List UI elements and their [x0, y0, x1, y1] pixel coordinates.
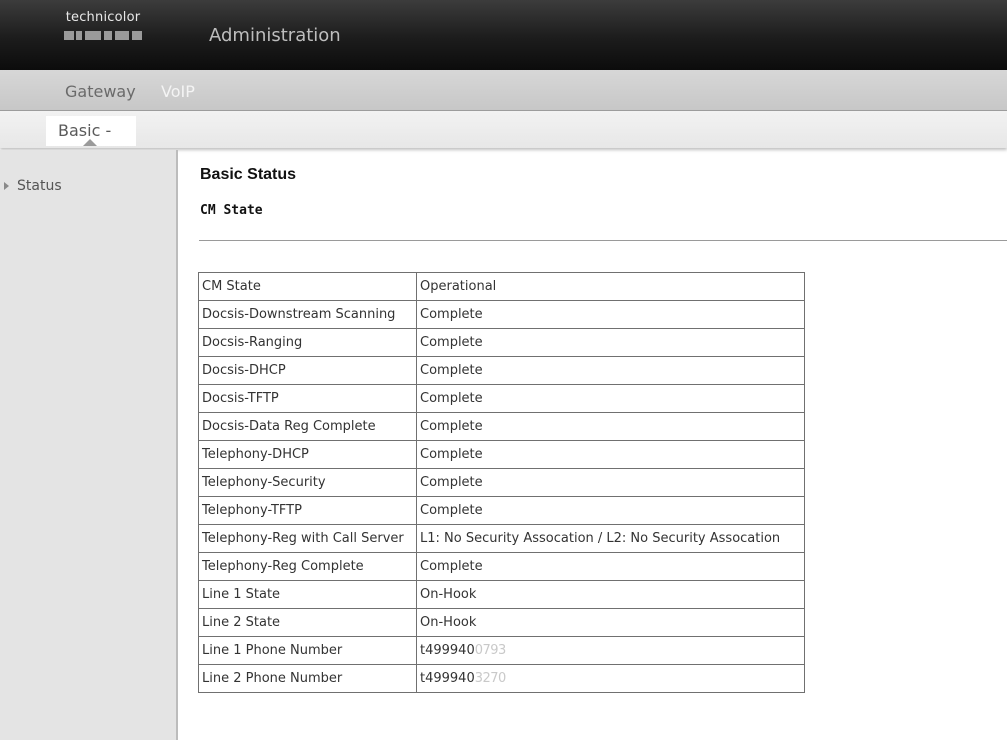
- row-key: Docsis-Data Reg Complete: [198, 412, 417, 441]
- row-key: Telephony-DHCP: [198, 440, 417, 469]
- row-key: Line 1 State: [198, 580, 417, 609]
- row-value: Complete: [416, 440, 805, 469]
- sidebar-item-label: Status: [17, 178, 62, 194]
- row-value: Complete: [416, 468, 805, 497]
- row-key: Telephony-TFTP: [198, 496, 417, 525]
- cm-state-table: CM State Operational Docsis-Downstream S…: [198, 272, 805, 693]
- row-key: Docsis-Ranging: [198, 328, 417, 357]
- row-key: Line 2 Phone Number: [198, 664, 417, 693]
- row-key: Telephony-Security: [198, 468, 417, 497]
- table-row: Telephony-Reg with Call Server L1: No Se…: [198, 524, 805, 553]
- row-value: Complete: [416, 384, 805, 413]
- table-row: Docsis-Downstream Scanning Complete: [198, 300, 805, 329]
- main-menu: Gateway VoIP: [0, 70, 1007, 111]
- row-value: t4999403270: [416, 664, 805, 693]
- row-value: L1: No Security Assocation / L2: No Secu…: [416, 524, 805, 553]
- table-row: Docsis-TFTP Complete: [198, 384, 805, 413]
- table-row: Telephony-Reg Complete Complete: [198, 552, 805, 581]
- row-value: Operational: [416, 272, 805, 301]
- table-row: Line 2 Phone Number t4999403270: [198, 664, 805, 693]
- row-key: Docsis-DHCP: [198, 356, 417, 385]
- row-value: t4999400793: [416, 636, 805, 665]
- menu-item-voip[interactable]: VoIP: [161, 82, 195, 101]
- table-row: CM State Operational: [198, 272, 805, 301]
- row-key: Line 2 State: [198, 608, 417, 637]
- row-key: CM State: [198, 272, 417, 301]
- technicolor-logo[interactable]: technicolor: [62, 10, 144, 56]
- row-value: Complete: [416, 300, 805, 329]
- row-value: On-Hook: [416, 580, 805, 609]
- row-value: Complete: [416, 356, 805, 385]
- table-row: Telephony-Security Complete: [198, 468, 805, 497]
- app-title: Administration: [209, 25, 341, 46]
- table-row: Line 1 Phone Number t4999400793: [198, 636, 805, 665]
- logo-bars-icon: [64, 31, 142, 40]
- phone-number-redacted: 3270: [474, 671, 507, 686]
- sub-tab-bar: Basic -: [0, 111, 1007, 148]
- row-key: Line 1 Phone Number: [198, 636, 417, 665]
- tab-basic-label: Basic -: [58, 121, 112, 140]
- section-divider: [199, 240, 1007, 241]
- table-row: Docsis-DHCP Complete: [198, 356, 805, 385]
- row-value: On-Hook: [416, 608, 805, 637]
- table-row: Line 1 State On-Hook: [198, 580, 805, 609]
- row-key: Telephony-Reg Complete: [198, 552, 417, 581]
- row-value: Complete: [416, 412, 805, 441]
- active-tab-indicator-icon: [83, 139, 97, 146]
- phone-number-prefix: t499940: [420, 671, 475, 686]
- table-row: Docsis-Data Reg Complete Complete: [198, 412, 805, 441]
- menu-item-gateway[interactable]: Gateway: [65, 82, 136, 101]
- row-key: Docsis-TFTP: [198, 384, 417, 413]
- row-key: Docsis-Downstream Scanning: [198, 300, 417, 329]
- triangle-right-icon: [4, 182, 9, 190]
- tab-basic[interactable]: Basic -: [46, 116, 136, 146]
- table-row: Telephony-DHCP Complete: [198, 440, 805, 469]
- table-row: Docsis-Ranging Complete: [198, 328, 805, 357]
- top-header: technicolor Administration: [0, 0, 1007, 70]
- row-value: Complete: [416, 328, 805, 357]
- row-key: Telephony-Reg with Call Server: [198, 524, 417, 553]
- section-title: CM State: [200, 203, 263, 218]
- sidebar: Status: [0, 150, 178, 740]
- table-row: Line 2 State On-Hook: [198, 608, 805, 637]
- table-row: Telephony-TFTP Complete: [198, 496, 805, 525]
- page-title: Basic Status: [200, 166, 297, 183]
- phone-number-redacted: 0793: [474, 643, 507, 658]
- logo-text: technicolor: [65, 10, 141, 25]
- row-value: Complete: [416, 496, 805, 525]
- row-value: Complete: [416, 552, 805, 581]
- phone-number-prefix: t499940: [420, 643, 475, 658]
